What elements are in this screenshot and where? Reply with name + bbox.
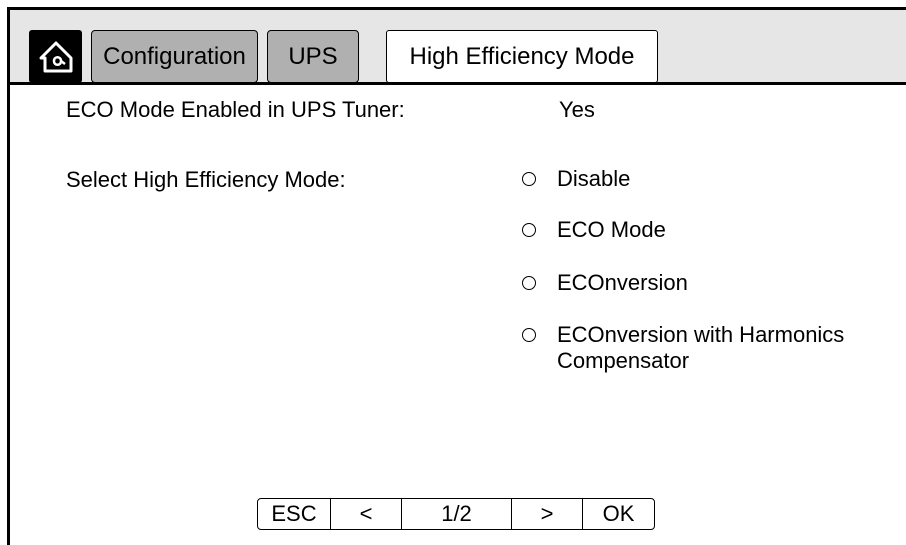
breadcrumb-configuration-label: Configuration xyxy=(103,42,246,70)
home-button[interactable] xyxy=(29,30,82,83)
esc-label: ESC xyxy=(271,501,317,526)
footer-nav: ESC < 1/2 > OK xyxy=(257,498,655,530)
ok-button[interactable]: OK xyxy=(583,499,654,529)
breadcrumb-high-efficiency-mode: High Efficiency Mode xyxy=(386,30,658,83)
ok-label: OK xyxy=(602,501,635,526)
radio-econversion[interactable] xyxy=(522,276,536,290)
prev-page-button[interactable]: < xyxy=(331,499,402,529)
page-indicator: 1/2 xyxy=(402,499,512,529)
radio-disable[interactable] xyxy=(522,172,536,186)
eco-tuner-value: Yes xyxy=(559,97,595,122)
screen: Configuration UPS High Efficiency Mode E… xyxy=(0,0,906,545)
option-econversion-harmonics-label: ECOnversion with Harmonics Compensator xyxy=(557,322,845,373)
select-mode-label: Select High Efficiency Mode: xyxy=(66,167,346,192)
option-eco-mode-label: ECO Mode xyxy=(557,217,666,242)
prev-label: < xyxy=(359,501,373,526)
option-econversion[interactable]: ECOnversion xyxy=(522,270,897,296)
page-indicator-label: 1/2 xyxy=(441,501,472,526)
breadcrumb-ups-label: UPS xyxy=(288,42,338,70)
option-econversion-harmonics[interactable]: ECOnversion with Harmonics Compensator xyxy=(522,322,897,374)
breadcrumb-ups[interactable]: UPS xyxy=(267,30,359,83)
radio-eco-mode[interactable] xyxy=(522,223,536,237)
eco-tuner-label: ECO Mode Enabled in UPS Tuner: xyxy=(66,97,405,122)
header-bar: Configuration UPS High Efficiency Mode xyxy=(7,7,906,85)
option-econversion-label: ECOnversion xyxy=(557,270,688,295)
breadcrumb-configuration[interactable]: Configuration xyxy=(91,30,258,83)
esc-button[interactable]: ESC xyxy=(258,499,331,529)
breadcrumb-high-efficiency-mode-label: High Efficiency Mode xyxy=(409,42,635,70)
option-eco-mode[interactable]: ECO Mode xyxy=(522,217,897,243)
option-disable[interactable]: Disable xyxy=(522,166,897,192)
radio-econversion-harmonics[interactable] xyxy=(522,328,536,342)
left-border xyxy=(7,85,10,545)
home-icon xyxy=(39,41,72,72)
option-disable-label: Disable xyxy=(557,166,631,191)
next-page-button[interactable]: > xyxy=(512,499,583,529)
next-label: > xyxy=(540,501,554,526)
